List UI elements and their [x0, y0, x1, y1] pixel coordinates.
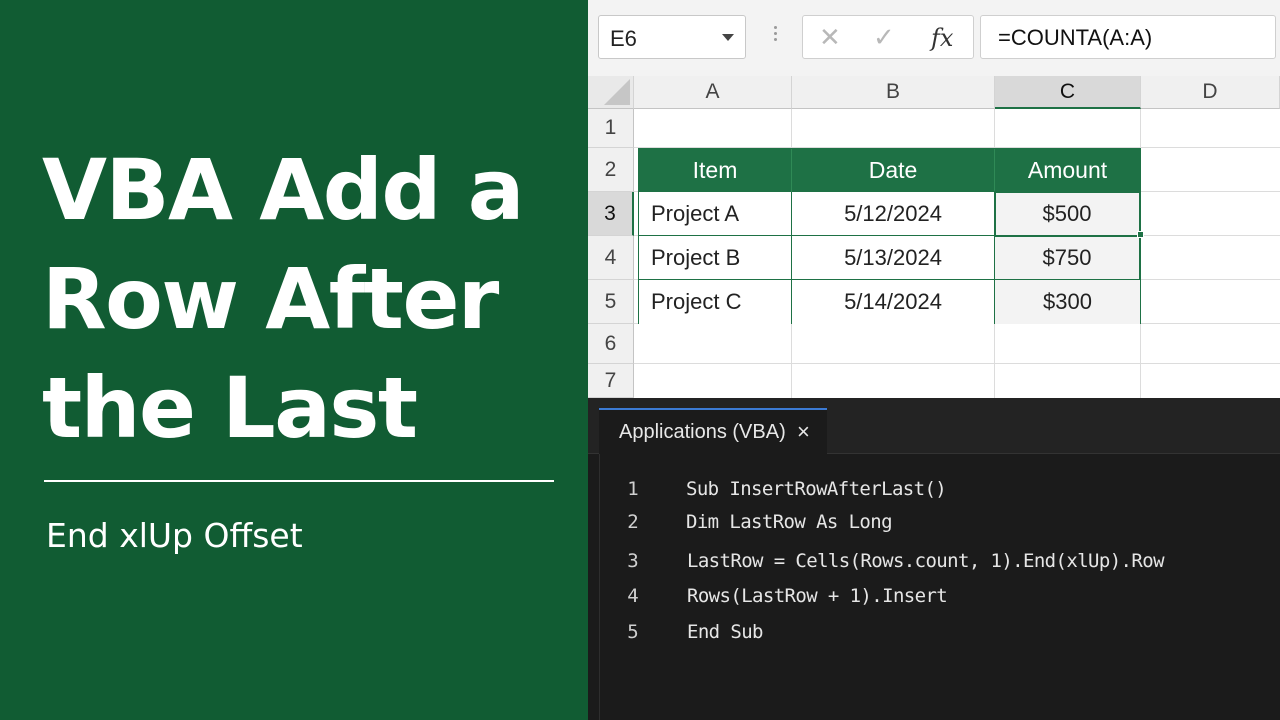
- table-header-item[interactable]: Item: [639, 149, 792, 192]
- code-line[interactable]: 3 LastRow = Cells(Rows.count, 1).End(xlU…: [588, 550, 1280, 580]
- x-icon[interactable]: ✕: [819, 22, 841, 53]
- subtitle: End xlUp Offset: [46, 516, 303, 555]
- code-text: Dim LastRow As Long: [686, 511, 893, 533]
- row-header-7[interactable]: 7: [588, 364, 634, 398]
- select-all-corner[interactable]: [588, 76, 634, 109]
- table-cell[interactable]: $300: [995, 280, 1140, 324]
- code-text: End Sub: [687, 621, 763, 643]
- gridline: [634, 363, 1280, 364]
- title-line-2: Row After: [42, 250, 499, 348]
- table-cell[interactable]: Project C: [639, 280, 792, 324]
- row-header-6[interactable]: 6: [588, 324, 634, 364]
- line-number: 3: [627, 550, 639, 572]
- line-number: 2: [627, 511, 639, 533]
- active-cell[interactable]: $500: [994, 191, 1141, 237]
- code-text: Rows(LastRow + 1).Insert: [687, 585, 948, 607]
- column-header-c[interactable]: C: [995, 76, 1141, 109]
- row-header-1[interactable]: 1: [588, 109, 634, 148]
- column-header-a[interactable]: A: [634, 76, 792, 109]
- insert-function-icon[interactable]: fx: [931, 24, 953, 52]
- data-table: Item Date Amount Project A 5/12/2024 $50…: [638, 148, 1141, 324]
- code-line[interactable]: 2 Dim LastRow As Long: [588, 511, 1280, 541]
- drag-handle-icon[interactable]: [774, 26, 777, 44]
- excel-window: E6 ✕ ✓ fx =COUNTA(A:A) A B C D 1 2 3 4 5…: [588, 0, 1280, 398]
- code-line[interactable]: 5 End Sub: [588, 621, 1280, 651]
- checkmark-icon[interactable]: ✓: [873, 22, 895, 53]
- page-title: VBA Add a Row After the Last: [42, 136, 572, 463]
- line-number: 4: [627, 585, 639, 607]
- row-header-3[interactable]: 3: [588, 192, 634, 236]
- row-header-4[interactable]: 4: [588, 236, 634, 280]
- code-line[interactable]: 1 Sub InsertRowAfterLast(): [588, 478, 1280, 508]
- table-cell[interactable]: $750: [995, 236, 1140, 280]
- column-header-d[interactable]: D: [1141, 76, 1280, 109]
- fill-handle[interactable]: [1137, 231, 1144, 238]
- table-cell[interactable]: Project A: [639, 192, 792, 236]
- name-box[interactable]: E6: [598, 15, 746, 59]
- tab-applications-vba[interactable]: Applications (VBA) ×: [599, 408, 827, 454]
- title-line-1: VBA Add a: [42, 141, 524, 239]
- table-cell[interactable]: 5/14/2024: [792, 280, 995, 324]
- title-panel: VBA Add a Row After the Last End xlUp Of…: [0, 0, 588, 720]
- title-divider: [44, 480, 554, 482]
- row-header-2[interactable]: 2: [588, 148, 634, 192]
- formula-input[interactable]: =COUNTA(A:A): [980, 15, 1276, 59]
- table-cell[interactable]: Project B: [639, 236, 792, 280]
- editor-tab-bar: Applications (VBA) ×: [588, 398, 1280, 454]
- line-number: 5: [627, 621, 639, 643]
- name-box-value: E6: [610, 26, 637, 51]
- formula-buttons: ✕ ✓ fx: [802, 15, 974, 59]
- formula-text: =COUNTA(A:A): [998, 25, 1153, 50]
- tab-label: Applications (VBA): [619, 421, 786, 443]
- table-header-amount[interactable]: Amount: [995, 149, 1140, 192]
- line-number: 1: [627, 478, 639, 500]
- vba-editor: Applications (VBA) × 1 Sub InsertRowAfte…: [588, 398, 1280, 720]
- code-text: Sub InsertRowAfterLast(): [686, 478, 947, 500]
- chevron-down-icon[interactable]: [722, 34, 734, 41]
- table-header-date[interactable]: Date: [792, 149, 995, 192]
- row-header-5[interactable]: 5: [588, 280, 634, 324]
- table-cell[interactable]: 5/13/2024: [792, 236, 995, 280]
- code-text: LastRow = Cells(Rows.count, 1).End(xlUp)…: [687, 550, 1165, 572]
- title-line-3: the Last: [42, 359, 418, 457]
- column-header-b[interactable]: B: [792, 76, 995, 109]
- table-cell[interactable]: 5/12/2024: [792, 192, 995, 236]
- close-icon[interactable]: ×: [797, 419, 810, 445]
- formula-bar: E6 ✕ ✓ fx =COUNTA(A:A): [588, 0, 1280, 76]
- code-line[interactable]: 4 Rows(LastRow + 1).Insert: [588, 585, 1280, 615]
